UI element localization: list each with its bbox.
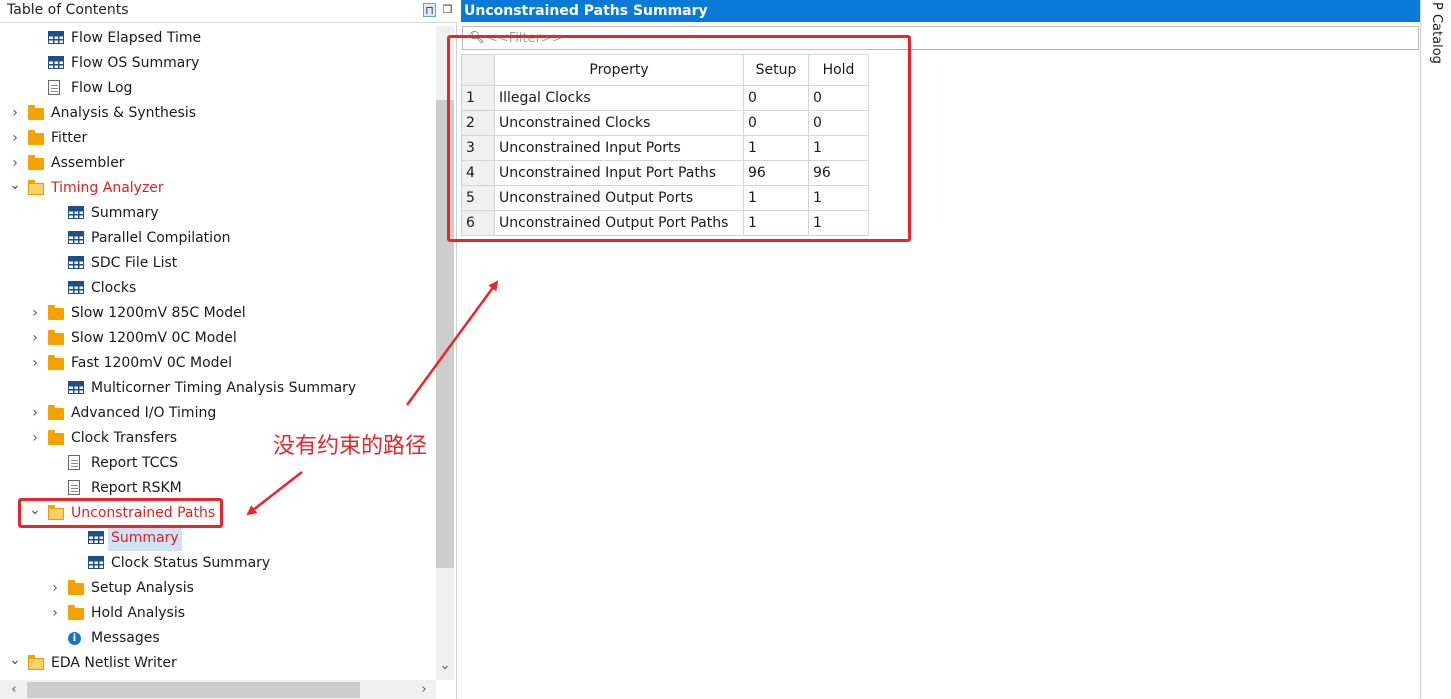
annotation-box-table bbox=[447, 35, 911, 242]
report-title: Unconstrained Paths Summary bbox=[461, 0, 1420, 22]
toc-panel: Table of Contents ⊓ ❐ Flow Elapsed Time F… bbox=[0, 0, 457, 699]
folder-icon bbox=[28, 105, 44, 120]
tree-item-label: Advanced I/O Timing bbox=[71, 405, 217, 421]
tree-item[interactable]: › Slow 1200mV 0C Model bbox=[6, 326, 436, 351]
folder-icon bbox=[48, 355, 64, 370]
tree-item-label: Clock Status Summary bbox=[111, 555, 271, 571]
tree-item[interactable]: › Slow 1200mV 85C Model bbox=[6, 301, 436, 326]
folder-icon bbox=[28, 130, 44, 145]
toc-title: Table of Contents bbox=[7, 2, 129, 18]
ip-catalog-tab[interactable]: P Catalog bbox=[1424, 2, 1444, 82]
table-icon bbox=[68, 231, 84, 244]
tree-item[interactable]: › Advanced I/O Timing bbox=[6, 401, 436, 426]
folder-icon bbox=[68, 580, 84, 595]
tree-item[interactable]: ⌄ Timing Analyzer bbox=[6, 176, 436, 201]
folder-open-icon bbox=[28, 655, 44, 670]
tree-item-label: Flow Log bbox=[71, 80, 133, 96]
tree-item-label: Fitter bbox=[51, 130, 88, 146]
tree-item-label: Slow 1200mV 0C Model bbox=[71, 330, 237, 346]
folder-open-icon bbox=[28, 180, 44, 195]
folder-icon bbox=[28, 155, 44, 170]
folder-icon bbox=[48, 330, 64, 345]
table-icon bbox=[48, 56, 64, 69]
toc-header: Table of Contents ⊓ ❐ bbox=[0, 0, 457, 23]
horizontal-scrollbar-thumb[interactable] bbox=[27, 682, 360, 698]
chevron-right-icon[interactable]: › bbox=[29, 351, 41, 376]
tree-item[interactable]: › Fitter bbox=[6, 126, 436, 151]
scroll-down-icon[interactable]: ⌄ bbox=[436, 655, 454, 677]
tree-item-label: Clocks bbox=[91, 280, 137, 296]
tree-item-label: Setup Analysis bbox=[91, 580, 194, 596]
tree-item[interactable]: Flow Log bbox=[6, 76, 436, 101]
tree-item[interactable]: Clock Status Summary bbox=[6, 551, 436, 576]
chevron-right-icon[interactable]: › bbox=[29, 426, 41, 451]
chevron-right-icon[interactable]: › bbox=[9, 126, 21, 151]
chevron-right-icon[interactable]: › bbox=[9, 101, 21, 126]
folder-icon bbox=[48, 305, 64, 320]
chevron-right-icon[interactable]: › bbox=[29, 301, 41, 326]
tree-item-label: Hold Analysis bbox=[91, 605, 186, 621]
folder-icon bbox=[68, 605, 84, 620]
chevron-right-icon[interactable]: › bbox=[29, 326, 41, 351]
table-icon bbox=[68, 281, 84, 294]
chevron-down-icon[interactable]: ⌄ bbox=[9, 651, 21, 676]
table-icon bbox=[88, 556, 104, 569]
document-icon bbox=[68, 480, 80, 495]
right-dock-strip bbox=[1420, 0, 1451, 699]
tree-item[interactable]: Summary bbox=[6, 526, 436, 551]
tree-item-label: Analysis & Synthesis bbox=[51, 105, 196, 121]
tree-item-label: Flow OS Summary bbox=[71, 55, 200, 71]
float-window-icon[interactable]: ❐ bbox=[441, 3, 454, 17]
folder-icon bbox=[48, 405, 64, 420]
tree-item[interactable]: Flow Elapsed Time bbox=[6, 26, 436, 51]
chevron-right-icon[interactable]: › bbox=[29, 401, 41, 426]
table-icon bbox=[88, 531, 104, 544]
tree-item-label: Assembler bbox=[51, 155, 125, 171]
document-icon bbox=[48, 80, 60, 95]
tree-item[interactable]: › Setup Analysis bbox=[6, 576, 436, 601]
tree-item-label: Timing Analyzer bbox=[51, 180, 164, 196]
table-icon bbox=[68, 206, 84, 219]
tree-item[interactable]: › Fast 1200mV 0C Model bbox=[6, 351, 436, 376]
tree-item[interactable]: Summary bbox=[6, 201, 436, 226]
tree-item-label: Flow Elapsed Time bbox=[71, 30, 202, 46]
chevron-right-icon[interactable]: › bbox=[49, 601, 61, 626]
tree-item-label: SDC File List bbox=[91, 255, 178, 271]
tree-item-label: Summary bbox=[91, 205, 159, 221]
tree-item-label: Fast 1200mV 0C Model bbox=[71, 355, 233, 371]
chevron-right-icon[interactable]: › bbox=[9, 151, 21, 176]
tree-item[interactable]: i Messages bbox=[6, 626, 436, 651]
tree-item-label: EDA Netlist Writer bbox=[51, 655, 177, 671]
tree-item-label: Clock Transfers bbox=[71, 430, 178, 446]
tree-item-label: Messages bbox=[91, 630, 160, 646]
folder-icon bbox=[48, 430, 64, 445]
tree-item[interactable]: › Hold Analysis bbox=[6, 601, 436, 626]
tree-item[interactable]: ⌄ EDA Netlist Writer bbox=[6, 651, 436, 676]
scroll-left-icon[interactable]: ‹ bbox=[6, 680, 22, 699]
chevron-down-icon[interactable]: ⌄ bbox=[9, 176, 21, 201]
tree-item[interactable]: Multicorner Timing Analysis Summary bbox=[6, 376, 436, 401]
tree-item-label: Report TCCS bbox=[91, 455, 179, 471]
tree-item-label: Summary bbox=[108, 526, 182, 551]
tree-item[interactable]: Clocks bbox=[6, 276, 436, 301]
annotation-box-tree bbox=[18, 498, 223, 528]
scroll-right-icon[interactable]: › bbox=[416, 680, 432, 699]
table-icon bbox=[68, 381, 84, 394]
table-icon bbox=[48, 31, 64, 44]
tree-item-label: Parallel Compilation bbox=[91, 230, 231, 246]
tree-item[interactable]: › Assembler bbox=[6, 151, 436, 176]
chevron-right-icon[interactable]: › bbox=[49, 576, 61, 601]
tree-item[interactable]: Flow OS Summary bbox=[6, 51, 436, 76]
table-icon bbox=[68, 256, 84, 269]
toc-tree: Flow Elapsed Time Flow OS Summary Flow Log… bbox=[6, 26, 436, 680]
info-icon: i bbox=[68, 632, 81, 645]
tree-item[interactable]: SDC File List bbox=[6, 251, 436, 276]
pin-icon[interactable]: ⊓ bbox=[423, 3, 436, 17]
annotation-text: 没有约束的路径 bbox=[273, 434, 428, 459]
tree-item[interactable]: › Analysis & Synthesis bbox=[6, 101, 436, 126]
tree-item-label: Slow 1200mV 85C Model bbox=[71, 305, 246, 321]
document-icon bbox=[68, 455, 80, 470]
tree-item-label: Multicorner Timing Analysis Summary bbox=[91, 380, 357, 396]
tree-item[interactable]: Parallel Compilation bbox=[6, 226, 436, 251]
